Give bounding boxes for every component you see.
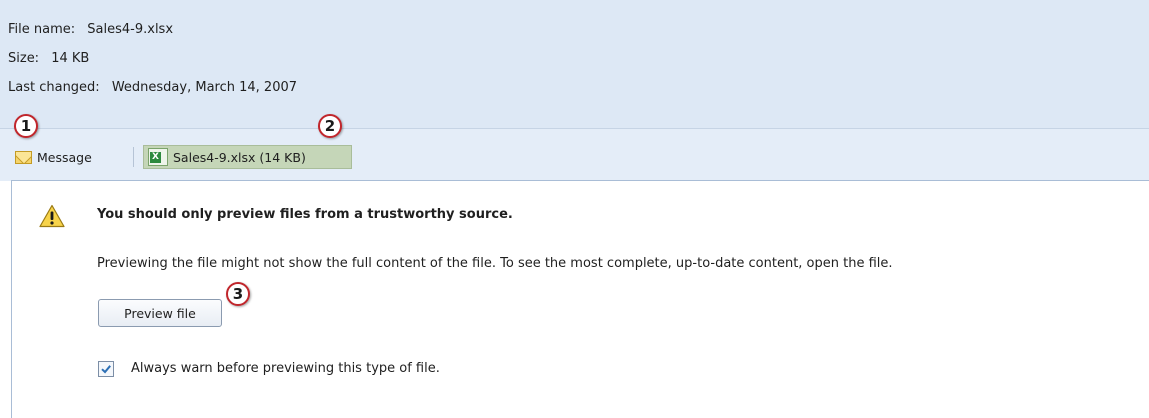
- message-tab-label: Message: [37, 149, 92, 165]
- callout-2: 2: [318, 114, 342, 138]
- file-name-row: File name: Sales4-9.xlsx: [8, 22, 173, 37]
- attachment-tab[interactable]: X Sales4-9.xlsx (14 KB): [143, 145, 352, 169]
- file-name-label: File name:: [8, 22, 76, 37]
- last-changed-row: Last changed: Wednesday, March 14, 2007: [8, 80, 297, 95]
- last-changed-label: Last changed:: [8, 80, 100, 95]
- preview-pane: You should only preview files from a tru…: [11, 180, 1149, 418]
- always-warn-checkbox[interactable]: [98, 361, 114, 377]
- file-name-value: Sales4-9.xlsx: [87, 22, 174, 37]
- message-tab[interactable]: Message: [11, 145, 123, 169]
- warning-title: You should only preview files from a tru…: [97, 207, 513, 222]
- callout-1: 1: [14, 114, 38, 138]
- tab-divider: [133, 147, 134, 167]
- file-info-header: File name: Sales4-9.xlsx Size: 14 KB Las…: [0, 0, 1149, 128]
- excel-file-icon: X: [148, 148, 168, 166]
- callout-3: 3: [226, 282, 250, 306]
- always-warn-label[interactable]: Always warn before previewing this type …: [131, 361, 440, 376]
- file-size-row: Size: 14 KB: [8, 51, 89, 66]
- last-changed-value: Wednesday, March 14, 2007: [111, 80, 298, 95]
- warning-message: Previewing the file might not show the f…: [97, 256, 893, 271]
- warning-triangle-icon: [39, 204, 65, 232]
- checkmark-icon: [101, 365, 111, 374]
- preview-file-button[interactable]: Preview file: [98, 299, 222, 327]
- attachment-tab-label: Sales4-9.xlsx (14 KB): [173, 149, 306, 165]
- attachment-bar: Message X Sales4-9.xlsx (14 KB): [0, 128, 1149, 181]
- file-size-value: 14 KB: [51, 51, 90, 66]
- file-size-label: Size:: [8, 51, 40, 66]
- envelope-icon: [15, 150, 32, 164]
